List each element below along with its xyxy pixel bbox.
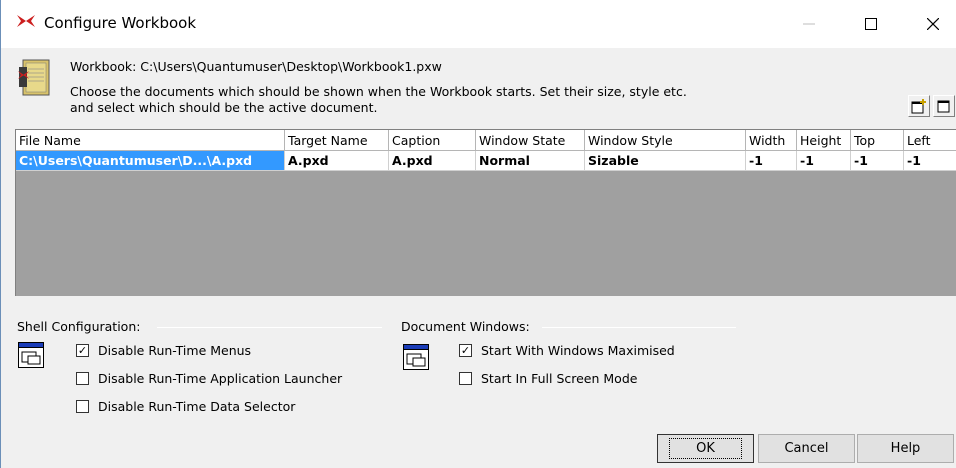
workbook-icon	[18, 59, 50, 96]
full-screen-checkbox[interactable]	[459, 372, 472, 385]
minimize-button[interactable]	[786, 0, 832, 48]
ok-button-label: OK	[669, 438, 742, 459]
column-header-window-style[interactable]: Window Style	[585, 130, 746, 151]
document-properties-button[interactable]	[933, 95, 955, 117]
column-header-width[interactable]: Width	[746, 130, 797, 151]
disable-runtime-data-selector-label: Disable Run-Time Data Selector	[98, 399, 296, 414]
disable-runtime-launcher-label: Disable Run-Time Application Launcher	[98, 371, 343, 386]
cell-left[interactable]: -1	[904, 151, 956, 171]
cell-window-style[interactable]: Sizable	[585, 151, 746, 171]
column-header-target-name[interactable]: Target Name	[285, 130, 389, 151]
add-document-button[interactable]	[908, 95, 930, 117]
disable-runtime-launcher-checkbox[interactable]	[76, 372, 89, 385]
start-maximised-label: Start With Windows Maximised	[481, 343, 675, 358]
shell-configuration-label: Shell Configuration:	[17, 319, 141, 334]
maximize-button[interactable]	[848, 0, 894, 48]
minimize-icon	[803, 23, 815, 25]
cell-width[interactable]: -1	[746, 151, 797, 171]
column-header-file-name[interactable]: File Name	[16, 130, 285, 151]
cell-target-name[interactable]: A.pxd	[285, 151, 389, 171]
option-start-maximised[interactable]: ✓ Start With Windows Maximised	[459, 343, 675, 358]
cell-file-name[interactable]: C:\Users\Quantumuser\D...\A.pxd	[16, 151, 285, 171]
document-windows-divider	[542, 327, 736, 328]
maximize-icon	[865, 18, 877, 30]
cell-caption[interactable]: A.pxd	[389, 151, 476, 171]
column-header-height[interactable]: Height	[797, 130, 851, 151]
option-disable-runtime-menus[interactable]: ✓ Disable Run-Time Menus	[76, 343, 251, 358]
document-window-icon	[403, 344, 429, 370]
workbook-path: Workbook: C:\Users\Quantumuser\Desktop\W…	[70, 59, 442, 74]
column-header-left[interactable]: Left	[904, 130, 956, 151]
close-icon	[927, 18, 939, 30]
disable-runtime-menus-checkbox[interactable]: ✓	[76, 344, 89, 357]
cancel-button-label: Cancel	[784, 441, 829, 456]
ok-button[interactable]: OK	[657, 434, 754, 463]
app-logo-icon	[17, 15, 35, 27]
close-button[interactable]	[910, 0, 956, 48]
description-text: Choose the documents which should be sho…	[70, 84, 687, 115]
table-row[interactable]: C:\Users\Quantumuser\D...\A.pxd A.pxd A.…	[16, 151, 956, 171]
option-disable-runtime-data-selector[interactable]: Disable Run-Time Data Selector	[76, 399, 295, 414]
cancel-button[interactable]: Cancel	[758, 434, 855, 463]
cell-window-state[interactable]: Normal	[476, 151, 585, 171]
document-windows-label: Document Windows:	[401, 319, 530, 334]
column-header-window-state[interactable]: Window State	[476, 130, 585, 151]
help-button[interactable]: Help	[857, 434, 954, 463]
full-screen-label: Start In Full Screen Mode	[481, 371, 638, 386]
add-document-icon	[911, 99, 926, 114]
configure-workbook-dialog: Configure Workbook Workbook: C:\Users\Qu…	[0, 0, 956, 468]
title-bar[interactable]: Configure Workbook	[1, 0, 956, 48]
help-button-label: Help	[890, 441, 921, 456]
cell-height[interactable]: -1	[797, 151, 851, 171]
column-header-top[interactable]: Top	[851, 130, 904, 151]
disable-runtime-data-selector-checkbox[interactable]	[76, 400, 89, 413]
window-title: Configure Workbook	[44, 14, 197, 32]
documents-grid[interactable]: File Name Target Name Caption Window Sta…	[15, 129, 956, 296]
grid-header: File Name Target Name Caption Window Sta…	[16, 130, 956, 151]
document-properties-icon	[937, 100, 950, 113]
disable-runtime-menus-label: Disable Run-Time Menus	[98, 343, 252, 358]
option-disable-runtime-launcher[interactable]: Disable Run-Time Application Launcher	[76, 371, 342, 386]
shell-divider	[157, 327, 382, 328]
shell-window-icon	[18, 342, 44, 368]
start-maximised-checkbox[interactable]: ✓	[459, 344, 472, 357]
option-full-screen[interactable]: Start In Full Screen Mode	[459, 371, 637, 386]
cell-top[interactable]: -1	[851, 151, 904, 171]
column-header-caption[interactable]: Caption	[389, 130, 476, 151]
